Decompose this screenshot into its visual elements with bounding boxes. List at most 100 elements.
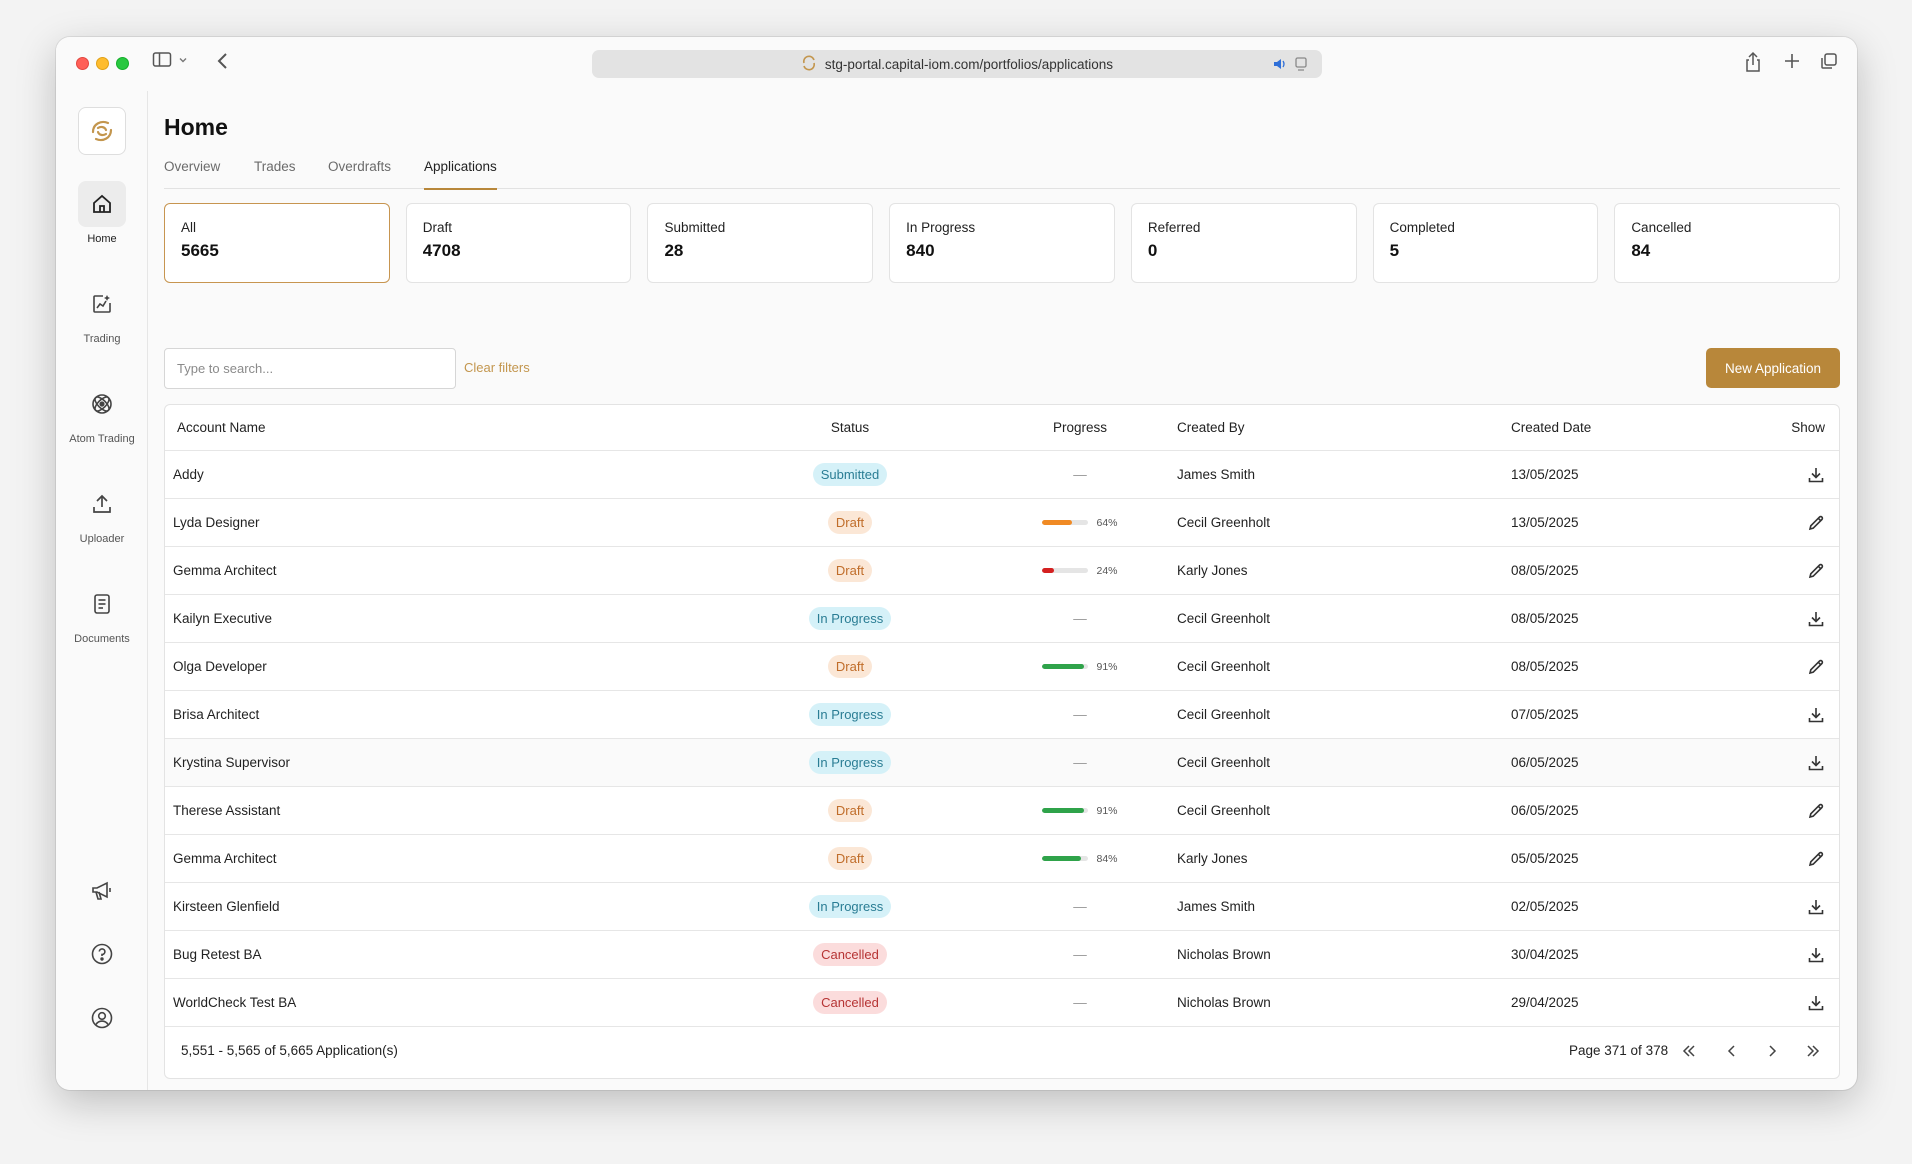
download-icon[interactable]: [1807, 979, 1825, 1026]
table-row[interactable]: Kailyn Executive In Progress — Cecil Greenh…: [165, 595, 1839, 643]
back-arrow-icon[interactable]: [216, 51, 230, 71]
column-header-status[interactable]: Status: [805, 405, 895, 450]
tab-overdrafts[interactable]: Overdrafts: [328, 159, 391, 188]
minimize-window-button[interactable]: [96, 57, 109, 70]
column-header-progress[interactable]: Progress: [1035, 405, 1125, 450]
column-header-created-by[interactable]: Created By: [1177, 405, 1245, 450]
sidebar-item-trading[interactable]: Trading: [56, 281, 148, 345]
sidebar-item-documents[interactable]: Documents: [56, 581, 148, 645]
progress-cell: —: [1035, 595, 1125, 642]
tabs-overview-icon[interactable]: [1819, 51, 1839, 71]
table-row[interactable]: Lyda Designer Draft 64% Cecil Greenholt 13/0…: [165, 499, 1839, 547]
table-row[interactable]: Krystina Supervisor In Progress — Cecil Gre…: [165, 739, 1839, 787]
summary-card-in-progress[interactable]: In Progress 840: [889, 203, 1115, 283]
account-name[interactable]: Kailyn Executive: [173, 595, 272, 642]
account-name[interactable]: WorldCheck Test BA: [173, 979, 296, 1026]
progress-bar-fill: [1042, 856, 1082, 861]
sidebar-item-atom-trading[interactable]: Atom Trading: [56, 381, 148, 445]
edit-icon[interactable]: [1807, 835, 1825, 882]
card-value: 4708: [422, 241, 461, 260]
table-row[interactable]: Bug Retest BA Cancelled — Nicholas Brown 30/…: [165, 931, 1839, 979]
sidebar-toggle-icon[interactable]: [152, 51, 174, 69]
edit-icon[interactable]: [1807, 787, 1825, 834]
edit-icon[interactable]: [1807, 499, 1825, 546]
progress-cell: —: [1035, 451, 1125, 498]
account-name[interactable]: Olga Developer: [173, 643, 267, 690]
download-icon[interactable]: [1807, 451, 1825, 498]
account-name[interactable]: Krystina Supervisor: [173, 739, 290, 786]
speaker-icon[interactable]: [1272, 56, 1288, 75]
new-tab-icon[interactable]: [1783, 51, 1801, 71]
status-cell: Draft: [805, 643, 895, 690]
last-page-icon[interactable]: [1801, 1039, 1825, 1063]
table-row[interactable]: Addy Submitted — James Smith 13/05/2025: [165, 451, 1839, 499]
summary-card-cancelled[interactable]: Cancelled 84: [1614, 203, 1841, 283]
sidebar-item-label: Trading: [83, 333, 121, 345]
sidebar-item-label: Documents: [74, 633, 130, 645]
edit-icon[interactable]: [1807, 547, 1825, 594]
card-label: Draft: [422, 220, 452, 235]
table-row[interactable]: Gemma Architect Draft 24% Karly Jones 08/05/…: [165, 547, 1839, 595]
address-bar[interactable]: stg-portal.capital-iom.com/portfolios/ap…: [592, 50, 1322, 78]
reader-icon[interactable]: [1294, 56, 1308, 75]
sidebar-item-home[interactable]: Home: [56, 181, 148, 245]
table-row[interactable]: WorldCheck Test BA Cancelled — Nicholas Bro…: [165, 979, 1839, 1027]
status-cell: Cancelled: [805, 931, 895, 978]
download-icon[interactable]: [1807, 691, 1825, 738]
download-icon[interactable]: [1807, 883, 1825, 930]
close-window-button[interactable]: [76, 57, 89, 70]
user-profile-icon[interactable]: [82, 998, 122, 1038]
account-name[interactable]: Bug Retest BA: [173, 931, 262, 978]
account-name[interactable]: Brisa Architect: [173, 691, 259, 738]
account-name[interactable]: Gemma Architect: [173, 835, 277, 882]
next-page-icon[interactable]: [1760, 1039, 1784, 1063]
previous-page-icon[interactable]: [1720, 1039, 1744, 1063]
megaphone-icon[interactable]: [82, 871, 122, 911]
tab-applications[interactable]: Applications: [424, 159, 497, 190]
tab-trades[interactable]: Trades: [254, 159, 296, 188]
account-name[interactable]: Gemma Architect: [173, 547, 277, 594]
table-row[interactable]: Kirsteen Glenfield In Progress — James Smit…: [165, 883, 1839, 931]
download-icon[interactable]: [1807, 931, 1825, 978]
new-application-button[interactable]: New Application: [1706, 348, 1840, 388]
summary-card-completed[interactable]: Completed 5: [1372, 203, 1599, 283]
created-by: Cecil Greenholt: [1177, 803, 1271, 818]
table-row[interactable]: Brisa Architect In Progress — Cecil Greenho…: [165, 691, 1839, 739]
account-name[interactable]: Kirsteen Glenfield: [173, 883, 280, 930]
search-input[interactable]: [164, 348, 456, 389]
progress-empty: —: [1073, 899, 1087, 914]
download-icon[interactable]: [1807, 595, 1825, 642]
tab-overview[interactable]: Overview: [164, 159, 220, 188]
account-name[interactable]: Therese Assistant: [173, 787, 280, 834]
summary-card-submitted[interactable]: Submitted 28: [647, 203, 874, 283]
first-page-icon[interactable]: [1677, 1039, 1701, 1063]
summary-card-all[interactable]: All 5665: [164, 203, 390, 283]
account-name[interactable]: Addy: [173, 451, 204, 498]
status-badge: Cancelled: [813, 991, 887, 1014]
download-icon[interactable]: [1807, 739, 1825, 786]
share-icon[interactable]: [1744, 51, 1762, 73]
account-name[interactable]: Lyda Designer: [173, 499, 260, 546]
maximize-window-button[interactable]: [116, 57, 129, 70]
clear-filters-link[interactable]: Clear filters: [464, 360, 530, 375]
created-by: Cecil Greenholt: [1177, 707, 1271, 722]
edit-icon[interactable]: [1807, 643, 1825, 690]
status-cell: Cancelled: [805, 979, 895, 1026]
progress-bar: [1042, 664, 1089, 669]
chevron-down-icon[interactable]: [178, 55, 188, 65]
sidebar-item-uploader[interactable]: Uploader: [56, 481, 148, 545]
created-date: 05/05/2025: [1511, 851, 1579, 866]
summary-card-draft[interactable]: Draft 4708: [405, 203, 632, 283]
table-row[interactable]: Gemma Architect Draft 84% Karly Jones 05/05/…: [165, 835, 1839, 883]
table-row[interactable]: Olga Developer Draft 91% Cecil Greenholt 08/…: [165, 643, 1839, 691]
sidebar-item-label: Home: [87, 233, 117, 245]
help-icon[interactable]: [82, 934, 122, 974]
column-header-created-date[interactable]: Created Date: [1511, 405, 1591, 450]
table-row[interactable]: Therese Assistant Draft 91% Cecil Greenholt…: [165, 787, 1839, 835]
summary-card-referred[interactable]: Referred 0: [1130, 203, 1357, 283]
column-header-account-name[interactable]: Account Name: [177, 405, 266, 450]
created-by: Cecil Greenholt: [1177, 755, 1271, 770]
site-logo-icon: [801, 55, 817, 74]
progress-cell: 91%: [1035, 787, 1125, 834]
app-logo[interactable]: [78, 107, 126, 155]
